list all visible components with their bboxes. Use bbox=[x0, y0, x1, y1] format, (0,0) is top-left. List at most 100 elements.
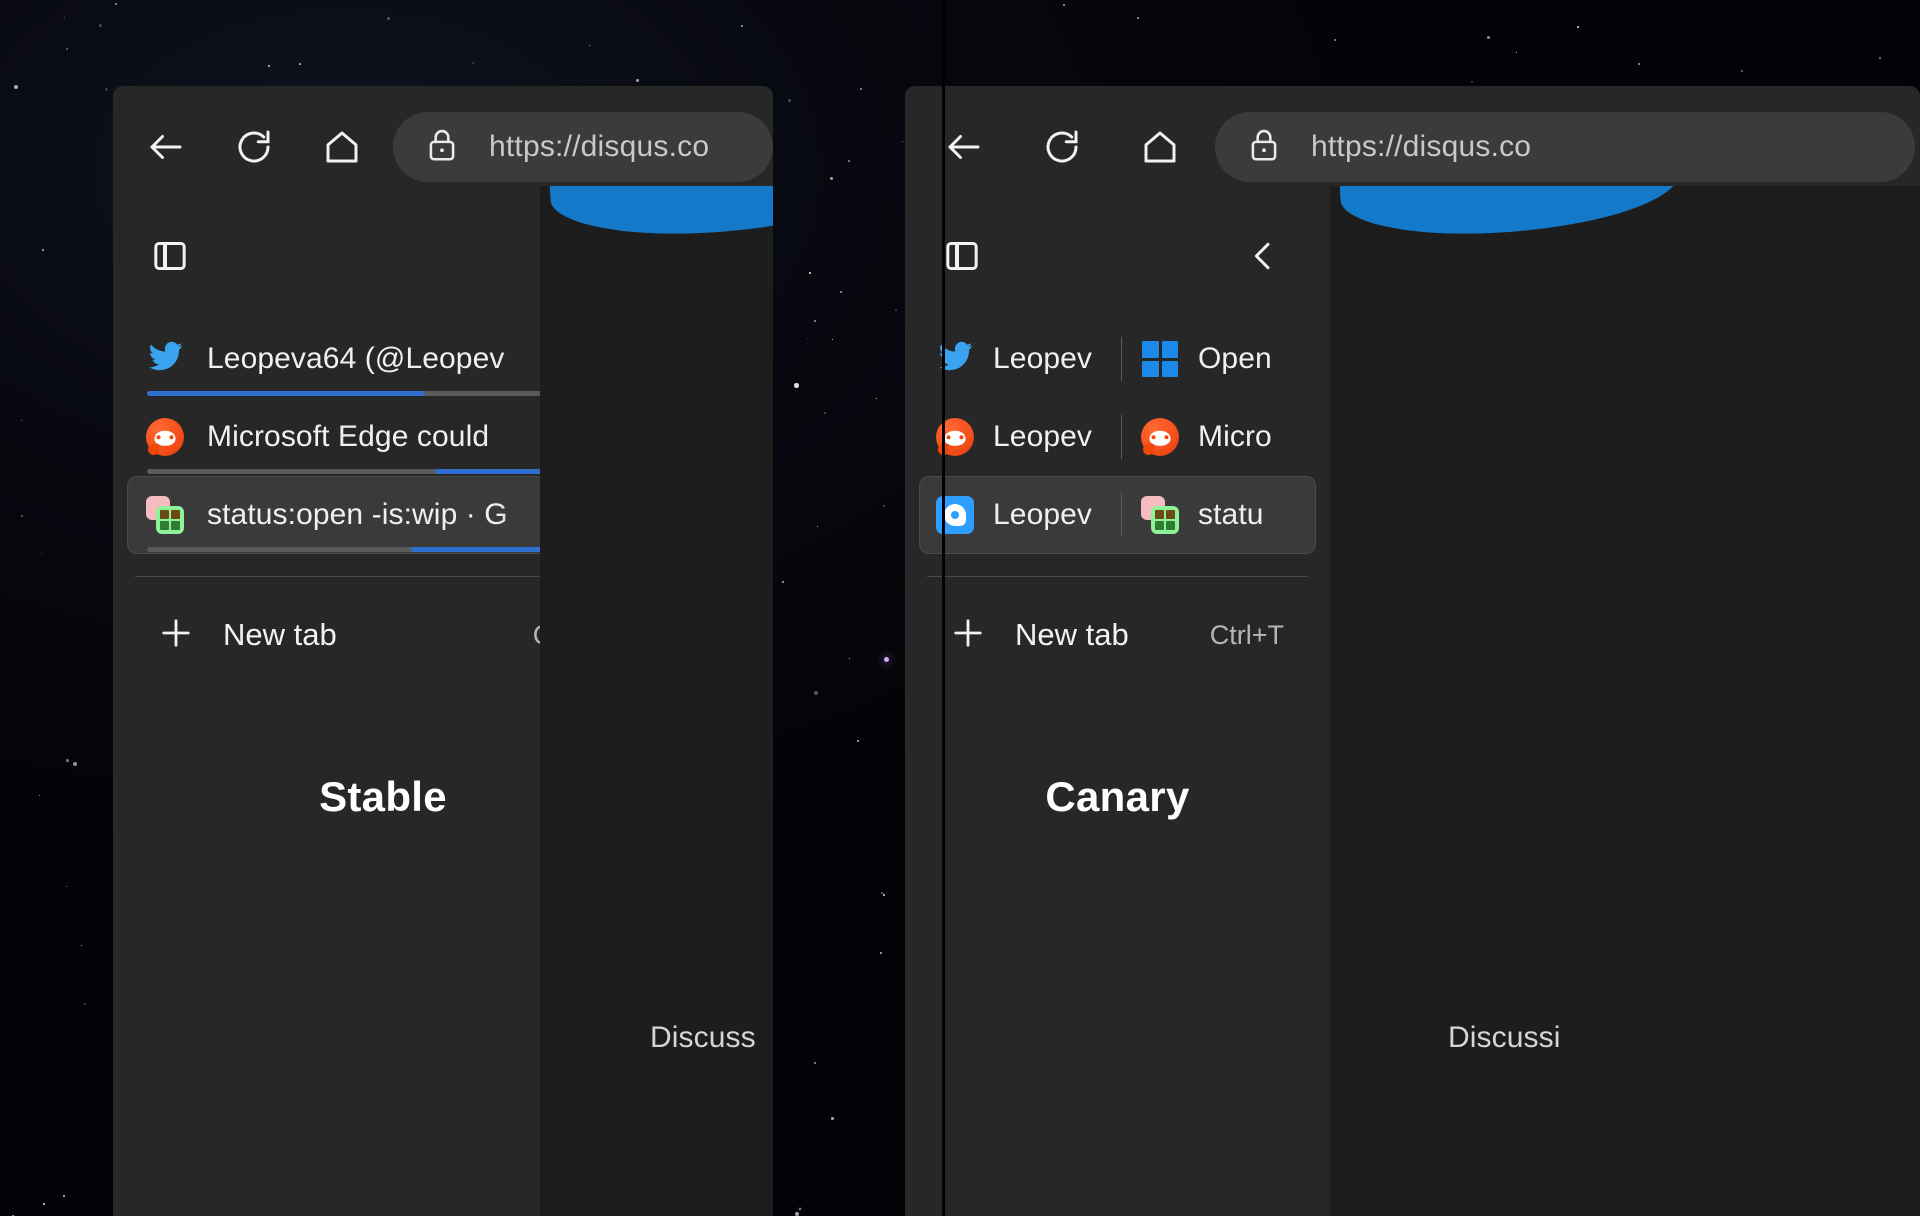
canary-address-bar[interactable]: https://disqus.co bbox=[1215, 112, 1915, 182]
star-dot bbox=[99, 24, 102, 27]
vertical-tabs-icon bbox=[150, 236, 190, 281]
twitter-icon bbox=[935, 339, 975, 379]
back-arrow-icon bbox=[943, 126, 985, 168]
star-dot bbox=[883, 505, 885, 507]
canary-url-text: https://disqus.co bbox=[1311, 130, 1531, 164]
star-dot bbox=[43, 1203, 45, 1205]
star-dot bbox=[814, 691, 818, 695]
tab-cell-left[interactable]: Leopev bbox=[935, 339, 1121, 379]
star-dot bbox=[794, 383, 799, 388]
tab-title: Micro bbox=[1198, 420, 1330, 454]
tab-list-divider bbox=[927, 576, 1308, 577]
github-icon bbox=[1140, 495, 1180, 535]
star-dot bbox=[299, 63, 301, 65]
tab-cell-right[interactable]: statu bbox=[1140, 495, 1330, 535]
page-header-swoosh bbox=[540, 186, 773, 246]
reload-button[interactable] bbox=[221, 110, 287, 184]
star-dot bbox=[1638, 63, 1640, 65]
page-header-swoosh bbox=[1330, 186, 1920, 246]
home-icon bbox=[321, 126, 363, 168]
stable-discussion-heading: Discuss bbox=[650, 1021, 756, 1055]
star-dot bbox=[66, 759, 69, 762]
star-dot bbox=[66, 48, 68, 50]
vertical-tabs-toggle-button[interactable] bbox=[931, 227, 993, 289]
star-dot bbox=[884, 657, 889, 662]
star-dot bbox=[857, 740, 859, 742]
reload-button[interactable] bbox=[1025, 110, 1099, 184]
star-dot bbox=[21, 420, 22, 421]
tab-title: statu bbox=[1198, 498, 1330, 532]
swoosh-shape bbox=[548, 186, 773, 241]
star-dot bbox=[876, 398, 877, 399]
github-icon bbox=[145, 495, 185, 535]
home-button[interactable] bbox=[1123, 110, 1197, 184]
new-tab-label: New tab bbox=[1015, 617, 1210, 653]
star-dot bbox=[63, 1195, 65, 1197]
star-dot bbox=[84, 1003, 86, 1005]
star-dot bbox=[824, 412, 826, 414]
star-dot bbox=[832, 339, 833, 340]
canary-tab-list: Leopev Open bbox=[905, 308, 1330, 821]
star-dot bbox=[115, 3, 117, 5]
tab-title: status:open -is:wip · G bbox=[207, 498, 579, 532]
column-separator bbox=[1121, 337, 1122, 381]
plus-icon bbox=[155, 612, 197, 659]
star-dot bbox=[1334, 39, 1336, 41]
star-dot bbox=[1063, 4, 1065, 6]
star-dot bbox=[1741, 70, 1743, 72]
star-dot bbox=[902, 141, 903, 142]
lock-icon bbox=[1245, 126, 1283, 169]
canary-variant-label: Canary bbox=[905, 773, 1330, 821]
vertical-tabs-toggle-button[interactable] bbox=[139, 227, 201, 289]
stable-page-content: Discuss bbox=[540, 186, 773, 1216]
star-dot bbox=[880, 952, 882, 954]
star-dot bbox=[840, 291, 842, 293]
table-row[interactable]: Leopev sta bbox=[919, 476, 1316, 554]
reddit-icon bbox=[1140, 417, 1180, 457]
star-dot bbox=[105, 88, 108, 91]
star-dot bbox=[795, 1212, 799, 1216]
star-dot bbox=[1879, 57, 1881, 59]
tab-cell-right[interactable]: Micro bbox=[1140, 417, 1330, 457]
column-separator bbox=[1121, 415, 1122, 459]
star-dot bbox=[814, 1062, 816, 1064]
plus-icon bbox=[947, 612, 989, 659]
tab-title: Leopev bbox=[993, 420, 1121, 454]
home-button[interactable] bbox=[309, 110, 375, 184]
star-dot bbox=[788, 99, 791, 102]
star-dot bbox=[830, 177, 833, 180]
star-dot bbox=[895, 309, 897, 311]
reload-icon bbox=[1041, 126, 1083, 168]
star-dot bbox=[809, 272, 811, 274]
lock-icon bbox=[423, 126, 461, 169]
collapse-pane-button[interactable] bbox=[1232, 227, 1294, 289]
stable-address-bar[interactable]: https://disqus.co bbox=[393, 112, 773, 182]
back-button[interactable] bbox=[927, 110, 1001, 184]
star-dot bbox=[860, 88, 862, 90]
twitter-icon bbox=[145, 339, 185, 379]
tab-cell-right[interactable]: Open bbox=[1140, 339, 1330, 379]
tab-title: Leopeva64 (@Leopev bbox=[207, 342, 579, 376]
star-dot bbox=[799, 1208, 801, 1210]
table-row[interactable]: Leopev Micro bbox=[919, 398, 1316, 476]
star-dot bbox=[387, 17, 390, 20]
tab-title: Leopev bbox=[993, 498, 1121, 532]
star-dot bbox=[66, 886, 67, 887]
back-button[interactable] bbox=[133, 110, 199, 184]
chevron-left-icon bbox=[1243, 236, 1283, 281]
reload-icon bbox=[233, 126, 275, 168]
table-row[interactable]: Leopev Open bbox=[919, 320, 1316, 398]
image-split-seam bbox=[942, 0, 945, 1216]
star-dot bbox=[636, 79, 639, 82]
tab-cell-left[interactable]: Leopev bbox=[935, 417, 1121, 457]
new-tab-button[interactable]: New tab Ctrl+T bbox=[919, 589, 1316, 681]
star-dot bbox=[1516, 52, 1517, 53]
tab-cell-left[interactable]: Leopev bbox=[935, 495, 1121, 535]
star-dot bbox=[741, 25, 743, 27]
swoosh-shape bbox=[1338, 186, 1682, 241]
column-separator bbox=[1121, 493, 1122, 537]
canary-page-content: Discussi bbox=[1330, 186, 1920, 1216]
screenshot-root: Discuss bbox=[0, 0, 1920, 1216]
tab-title: Open bbox=[1198, 342, 1330, 376]
back-arrow-icon bbox=[145, 126, 187, 168]
